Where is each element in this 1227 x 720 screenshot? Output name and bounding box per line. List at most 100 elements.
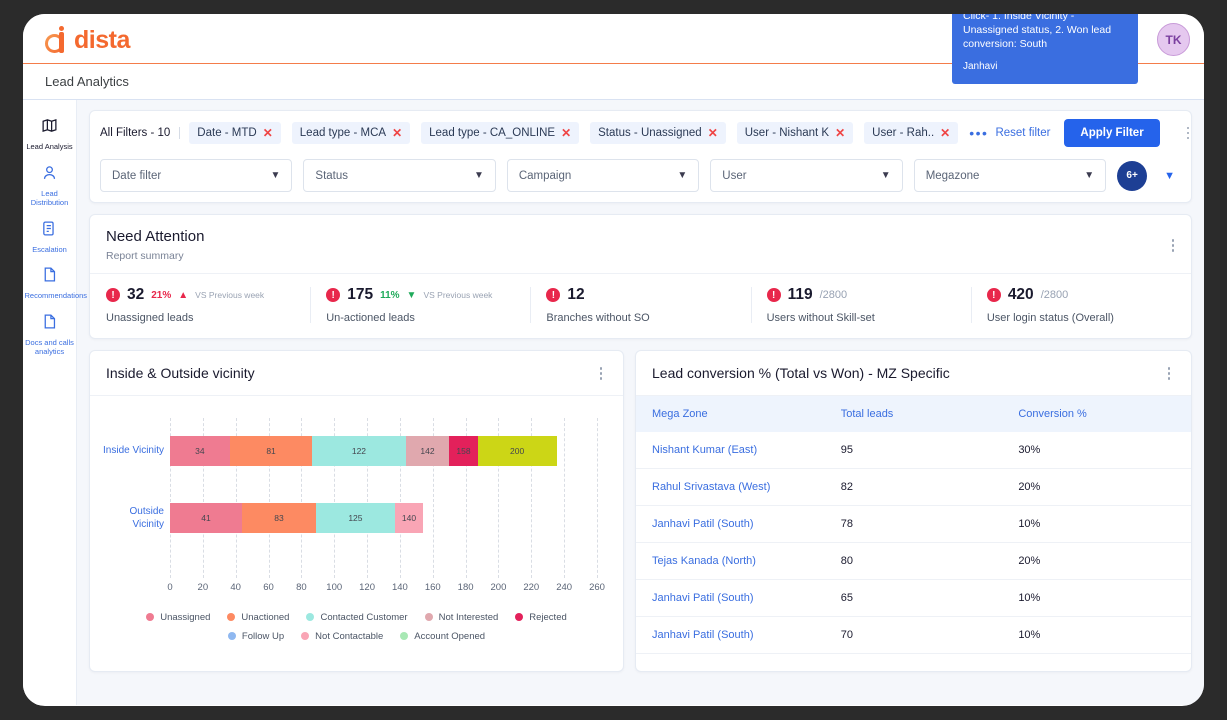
filter-chip[interactable]: Date - MTD ✕ (189, 122, 281, 144)
close-icon[interactable]: ✕ (835, 127, 845, 139)
sidebar-item-label: Recommendations (24, 291, 88, 300)
filter-chip-label: Lead type - MCA (299, 127, 387, 139)
avatar[interactable]: TK (1157, 23, 1190, 56)
vicinity-chart: Inside Vicinity 34 81 122 142 158 200 Outside V… (90, 396, 623, 658)
sidebar-item-lead-analysis[interactable]: Lead Analysis (23, 110, 76, 157)
legend-item[interactable]: Rejected (515, 612, 567, 623)
kebab-menu-icon[interactable] (1182, 125, 1195, 142)
legend-row: Unassigned Unactioned Contacted Customer No… (104, 612, 609, 623)
column-header-mega-zone[interactable]: Mega Zone (636, 395, 825, 432)
metric-comparison: VS Previous week (195, 290, 265, 300)
legend-item[interactable]: Contacted Customer (306, 611, 408, 623)
legend-color-swatch (301, 632, 310, 640)
metric-un-actioned-leads: ! 175 11% ▼ VS Previous week Un-actioned… (310, 286, 530, 324)
dista-logo-icon (45, 25, 69, 54)
x-axis-tick: 20 (197, 581, 209, 593)
cell-mega-zone[interactable]: Nishant Kumar (East) (636, 431, 825, 469)
cell-mega-zone[interactable]: Janhavi Patil (South) (636, 579, 825, 617)
sidebar-item-docs-and-calls-analytics[interactable]: Docs and calls analytics (23, 306, 76, 362)
table-row[interactable]: Janhavi Patil (South) 70 10% (636, 616, 1191, 654)
close-icon[interactable]: ✕ (708, 127, 718, 139)
filter-chip[interactable]: User - Rah.. ✕ (864, 122, 959, 144)
metric-denominator: /2800 (819, 289, 848, 301)
apply-filter-button[interactable]: Apply Filter (1064, 119, 1160, 147)
sidebar-item-recommendations[interactable]: Recommendations (23, 259, 88, 306)
chart-bar-segment[interactable]: 41 (170, 502, 243, 533)
filter-chip[interactable]: Lead type - MCA ✕ (291, 122, 411, 144)
chart-bar-segment[interactable]: 83 (242, 502, 316, 533)
filter-chip-label: Date - MTD (197, 127, 257, 139)
cell-conversion: 20% (1002, 468, 1191, 506)
chart-x-axis: 0 20 40 60 80 100 120 140 160 180 200 220 240 260 (167, 578, 605, 598)
user-select[interactable]: User ▼ (710, 159, 903, 192)
kebab-menu-icon[interactable] (1167, 237, 1180, 254)
legend-item[interactable]: Unassigned (146, 612, 210, 623)
metric-label: Un-actioned leads (326, 312, 415, 324)
chevron-down-icon: ▼ (473, 170, 484, 181)
table-header-row: Mega Zone Total leads Conversion % (636, 395, 1191, 432)
chart-bar-segment[interactable]: 200 (477, 435, 557, 466)
select-label: Megazone (925, 169, 980, 182)
cell-conversion: 10% (1002, 616, 1191, 654)
table-row[interactable]: Rahul Srivastava (West) 82 20% (636, 468, 1191, 506)
legend-color-swatch (400, 632, 409, 640)
kebab-menu-icon[interactable] (595, 365, 608, 382)
metric-comparison: VS Previous week (423, 290, 493, 300)
chart-plot-area: Inside Vicinity 34 81 122 142 158 200 Outside V… (103, 417, 598, 578)
cell-mega-zone[interactable]: Rahul Srivastava (West) (636, 468, 825, 506)
table-row[interactable]: Janhavi Patil (South) 78 10% (636, 505, 1191, 543)
chart-bar-segment[interactable]: 122 (312, 435, 406, 466)
table-row[interactable]: Tejas Kanada (North) 80 20% (636, 542, 1191, 580)
alert-icon: ! (326, 288, 341, 302)
cell-mega-zone[interactable]: Janhavi Patil (South) (636, 505, 825, 543)
legend-color-swatch (146, 613, 155, 621)
need-attention-header: Need Attention Report summary (90, 215, 1191, 273)
cell-mega-zone[interactable]: Tejas Kanada (North) (636, 542, 825, 580)
chart-category-label[interactable]: Inside Vicinity (102, 444, 164, 457)
chart-bar-segment[interactable]: 34 (170, 435, 230, 466)
legend-item[interactable]: Unactioned (227, 612, 289, 623)
status-select[interactable]: Status ▼ (303, 159, 496, 192)
reset-filter-button[interactable]: Reset filter (995, 127, 1050, 139)
sidebar-item-escalation[interactable]: Escalation (23, 213, 76, 260)
legend-item[interactable]: Account Opened (400, 631, 485, 642)
cell-mega-zone[interactable]: Janhavi Patil (South) (636, 616, 825, 654)
chevron-down-icon: ▼ (880, 170, 891, 181)
table-row[interactable]: Nishant Kumar (East) 95 30% (636, 431, 1191, 469)
column-header-total-leads[interactable]: Total leads (824, 395, 1003, 432)
chart-bar-segment[interactable]: 125 (315, 502, 395, 533)
filter-chip[interactable]: Lead type - CA_ONLINE ✕ (421, 122, 580, 144)
chart-bar-segment[interactable]: 81 (229, 435, 313, 466)
chevron-down-icon[interactable]: ▼ (1158, 170, 1181, 182)
sidebar-item-lead-distribution[interactable]: Lead Distribution (23, 157, 76, 213)
ellipsis-icon[interactable]: ••• (969, 125, 988, 141)
chart-category-label[interactable]: Outside Vicinity (102, 505, 164, 531)
chart-bar-segment[interactable]: 142 (405, 435, 450, 466)
filter-chip[interactable]: Status - Unassigned ✕ (590, 122, 726, 144)
campaign-select[interactable]: Campaign ▼ (506, 159, 700, 192)
close-icon[interactable]: ✕ (392, 127, 402, 139)
more-filters-count-badge[interactable]: 6+ (1117, 160, 1148, 191)
lower-panels: Inside & Outside vicinity Inside Vicinit… (89, 350, 1192, 672)
cell-total-leads: 82 (824, 468, 1003, 506)
file-icon (41, 313, 58, 335)
filter-chip[interactable]: User - Nishant K ✕ (736, 122, 854, 144)
column-header-conversion[interactable]: Conversion % (1002, 395, 1191, 432)
chart-bar-segment[interactable]: 158 (449, 435, 478, 466)
table-row[interactable]: Janhavi Patil (South) 65 10% (636, 579, 1191, 617)
date-filter-select[interactable]: Date filter ▼ (100, 159, 293, 192)
legend-item[interactable]: Not Interested (424, 612, 498, 623)
legend-row: Follow Up Not Contactable Account Opened (104, 631, 609, 642)
chart-bar-segment[interactable]: 140 (394, 502, 424, 533)
kebab-menu-icon[interactable] (1163, 365, 1176, 382)
legend-item[interactable]: Follow Up (227, 631, 284, 642)
legend-item[interactable]: Not Contactable (301, 631, 383, 642)
close-icon[interactable]: ✕ (561, 127, 571, 139)
close-icon[interactable]: ✕ (263, 127, 273, 139)
alert-icon: ! (106, 288, 120, 302)
brand-logo[interactable]: dista (45, 25, 130, 55)
metric-value: 32 (127, 286, 145, 303)
megazone-select[interactable]: Megazone ▼ (913, 159, 1107, 192)
legend-label: Contacted Customer (320, 611, 408, 623)
close-icon[interactable]: ✕ (940, 127, 950, 139)
